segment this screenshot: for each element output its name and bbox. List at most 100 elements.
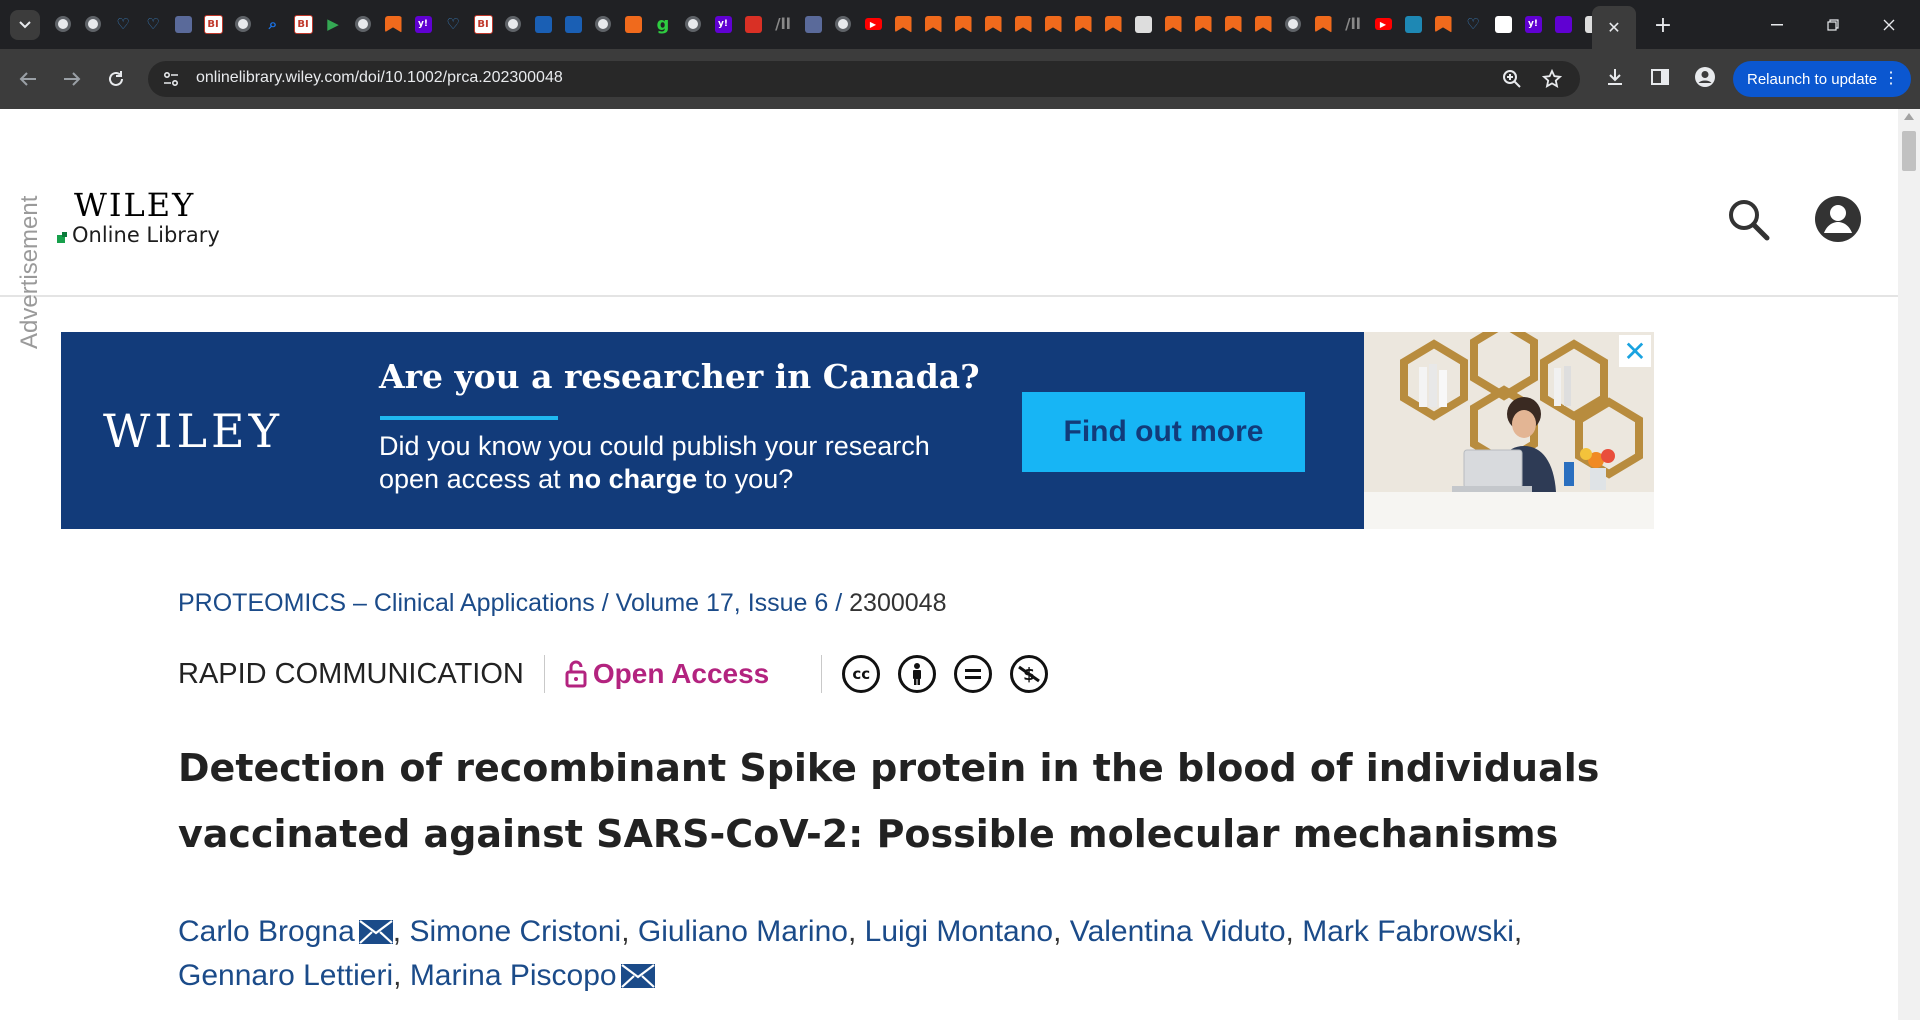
corresponding-author-mail-icon[interactable] [355, 915, 393, 948]
ad-close-button[interactable]: ✕ [1619, 335, 1651, 368]
tab[interactable]: y! [708, 12, 738, 36]
logo-mark-icon [57, 232, 67, 243]
ad-body: Did you know you could publish your rese… [379, 430, 930, 496]
wiley-online-library-logo[interactable]: WILEY Online Library [57, 189, 220, 247]
tab[interactable] [798, 12, 828, 36]
bookmark-star-icon[interactable] [1542, 69, 1562, 89]
tab[interactable]: ▶ [318, 12, 348, 36]
new-tab-button[interactable]: + [1640, 10, 1686, 40]
ad-body-line2: open access at no charge to you? [379, 463, 930, 496]
tab[interactable] [228, 12, 258, 36]
tab[interactable] [948, 12, 978, 36]
author-link[interactable]: Carlo Brogna [178, 915, 355, 948]
tab[interactable]: ▶ [1368, 12, 1398, 36]
tab[interactable] [978, 12, 1008, 36]
tab[interactable]: ⌕ [258, 12, 288, 36]
bi-icon: BI [293, 14, 313, 34]
back-button[interactable] [12, 63, 44, 95]
tab[interactable] [558, 12, 588, 36]
tab[interactable] [1548, 12, 1578, 36]
relaunch-to-update-button[interactable]: Relaunch to update ⋮ [1733, 61, 1911, 97]
site-info-icon[interactable] [162, 70, 180, 88]
tab[interactable]: BI [468, 12, 498, 36]
tab[interactable] [48, 12, 78, 36]
arrow-icon [174, 15, 192, 33]
forward-button[interactable] [56, 63, 88, 95]
tab[interactable] [1068, 12, 1098, 36]
active-tab[interactable]: ✕ [1592, 6, 1636, 49]
breadcrumb-issue-link[interactable]: Volume 17, Issue 6 [616, 589, 829, 617]
site-search-icon[interactable] [1726, 197, 1770, 241]
restore-button[interactable] [1810, 10, 1856, 40]
tab[interactable] [1218, 12, 1248, 36]
tab[interactable] [168, 12, 198, 36]
author-link[interactable]: Mark Fabrowski [1302, 915, 1514, 948]
author-link[interactable]: Marina Piscopo [410, 959, 617, 992]
address-bar[interactable]: onlinelibrary.wiley.com/doi/10.1002/prca… [148, 61, 1580, 97]
tab[interactable]: y! [1518, 12, 1548, 36]
tab-close-icon[interactable]: ✕ [1607, 18, 1620, 37]
tab[interactable]: BI [288, 12, 318, 36]
author-link[interactable]: Valentina Viduto [1070, 915, 1286, 948]
tab[interactable] [828, 12, 858, 36]
tab[interactable] [588, 12, 618, 36]
tab[interactable] [498, 12, 528, 36]
tab[interactable] [1038, 12, 1068, 36]
breadcrumb-journal-link[interactable]: PROTEOMICS – Clinical Applications [178, 589, 595, 617]
author-link[interactable]: Simone Cristoni [409, 915, 621, 948]
tab[interactable]: /ll [1338, 12, 1368, 36]
tab[interactable]: ♡ [108, 12, 138, 36]
open-access-badge[interactable]: Open Access [565, 658, 769, 690]
close-window-button[interactable] [1866, 10, 1912, 40]
page-scrollbar[interactable] [1898, 109, 1920, 1020]
corresponding-author-mail-icon[interactable] [617, 959, 655, 992]
tab[interactable] [1278, 12, 1308, 36]
find-out-more-button[interactable]: Find out more [1022, 392, 1305, 472]
tab[interactable]: y! [408, 12, 438, 36]
tab[interactable] [1158, 12, 1188, 36]
advertisement-banner[interactable]: WILEY Are you a researcher in Canada? Di… [61, 332, 1654, 529]
tab[interactable]: ♡ [1458, 12, 1488, 36]
author-link[interactable]: Gennaro Lettieri [178, 959, 393, 992]
tab[interactable] [378, 12, 408, 36]
tab[interactable] [918, 12, 948, 36]
author-separator: , [847, 915, 865, 948]
tab[interactable] [348, 12, 378, 36]
tab[interactable] [528, 12, 558, 36]
more-menu-icon[interactable]: ⋮ [1883, 68, 1899, 88]
tab[interactable] [678, 12, 708, 36]
zoom-icon[interactable] [1502, 69, 1522, 89]
tab[interactable] [1008, 12, 1038, 36]
scrollbar-thumb[interactable] [1902, 131, 1916, 171]
tab[interactable] [78, 12, 108, 36]
tab[interactable] [1098, 12, 1128, 36]
url-text[interactable]: onlinelibrary.wiley.com/doi/10.1002/prca… [196, 69, 563, 87]
tab[interactable] [738, 12, 768, 36]
reload-button[interactable] [100, 63, 132, 95]
tab[interactable] [1398, 12, 1428, 36]
author-link[interactable]: Luigi Montano [865, 915, 1053, 948]
scroll-up-arrow-icon[interactable] [1904, 113, 1914, 120]
downloads-icon[interactable] [1603, 65, 1627, 89]
profile-icon[interactable] [1693, 65, 1717, 89]
tab[interactable] [1128, 12, 1158, 36]
license-icons[interactable]: cc $ [842, 655, 1049, 693]
minimize-button[interactable] [1754, 10, 1800, 40]
tab[interactable] [1248, 12, 1278, 36]
tab[interactable]: ♡ [138, 12, 168, 36]
tab[interactable] [618, 12, 648, 36]
author-link[interactable]: Giuliano Marino [638, 915, 848, 948]
tab-search-button[interactable] [10, 10, 40, 40]
tab[interactable]: BI [198, 12, 228, 36]
tab[interactable]: /ll [768, 12, 798, 36]
tab[interactable] [1188, 12, 1218, 36]
account-icon[interactable] [1814, 195, 1862, 243]
tab[interactable]: g [648, 12, 678, 36]
tab[interactable] [888, 12, 918, 36]
tab[interactable] [1308, 12, 1338, 36]
side-panel-icon[interactable] [1648, 65, 1672, 89]
tab[interactable]: ▶ [858, 12, 888, 36]
tab[interactable] [1488, 12, 1518, 36]
tab[interactable] [1428, 12, 1458, 36]
tab[interactable]: ♡ [438, 12, 468, 36]
